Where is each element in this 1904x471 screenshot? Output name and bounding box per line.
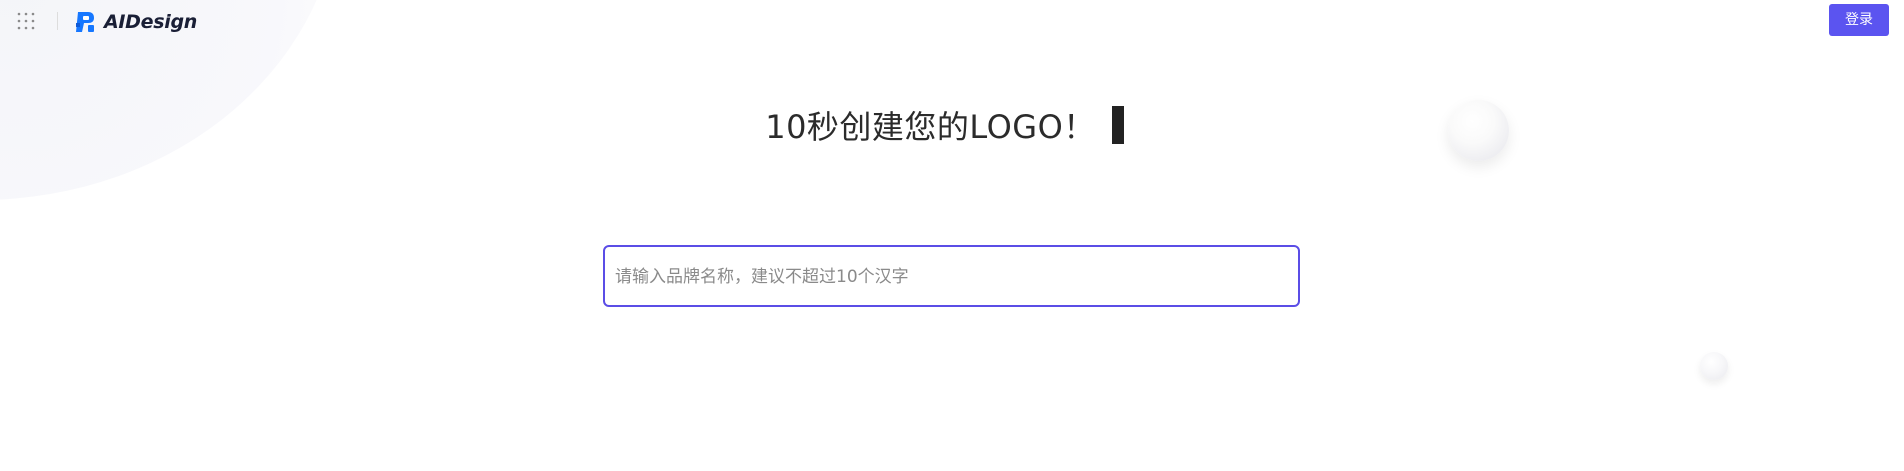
brand-name-input[interactable] xyxy=(613,247,1287,307)
top-header: AIDesign 登录 xyxy=(0,0,1904,42)
headline-container: 10秒创建您的LOGO！ xyxy=(0,102,1904,146)
logo-text: AIDesign xyxy=(104,11,197,33)
login-button[interactable]: 登录 xyxy=(1829,4,1889,36)
typing-cursor xyxy=(1111,106,1124,144)
header-divider xyxy=(57,12,58,30)
decorative-sphere-small xyxy=(1700,352,1728,380)
aidesign-logo-icon xyxy=(76,12,94,32)
decorative-sphere-large xyxy=(1448,100,1509,161)
brand-name-input-box[interactable] xyxy=(603,245,1300,307)
page-headline: 10秒创建您的LOGO！ xyxy=(765,108,1096,146)
brand-logo[interactable]: AIDesign xyxy=(74,9,197,35)
grid-dots-icon[interactable] xyxy=(16,11,36,31)
page: AIDesign 登录 10秒创建您的LOGO！ xyxy=(0,0,1904,471)
